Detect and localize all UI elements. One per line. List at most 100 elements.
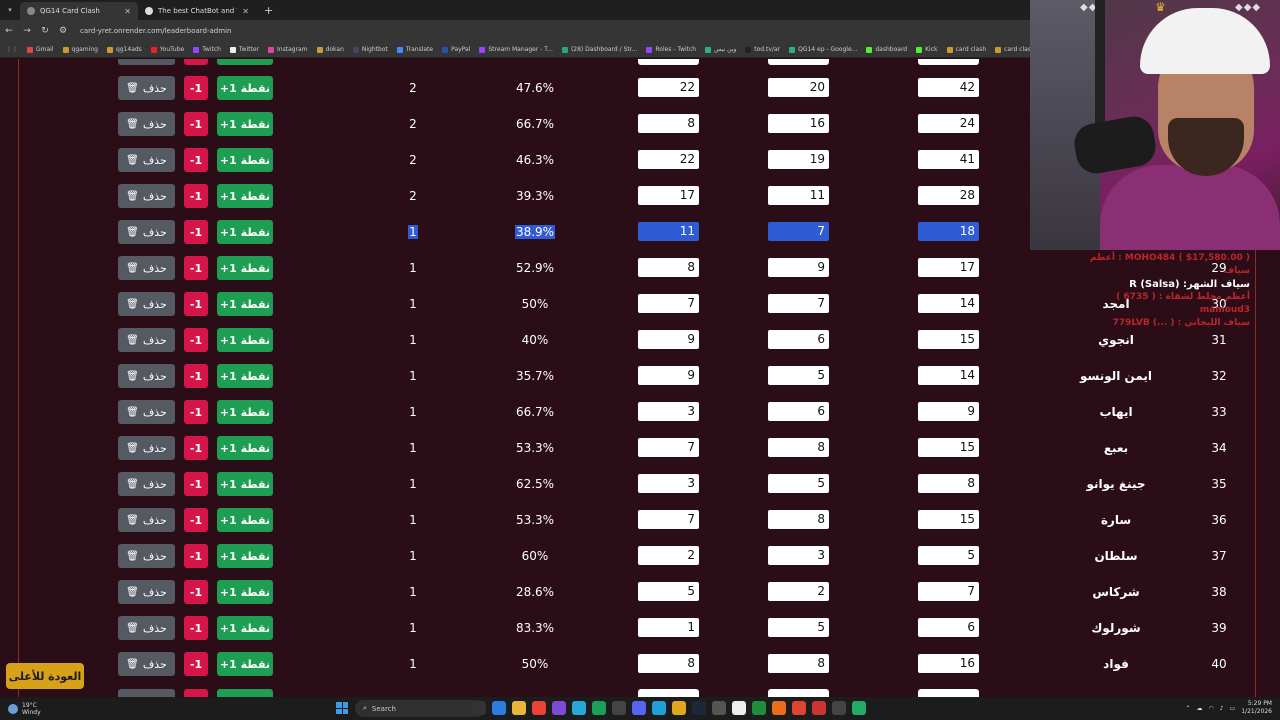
tab-active[interactable]: QG14 Card Clash ✕: [20, 2, 138, 20]
row-input-b[interactable]: 19: [768, 150, 829, 169]
delete-button[interactable]: 🗑 حذف: [118, 364, 175, 388]
back-arrow-icon[interactable]: ←: [0, 26, 18, 36]
row-input-a[interactable]: 1: [638, 618, 699, 637]
minus-point-button[interactable]: -1: [184, 364, 208, 388]
plus-point-button[interactable]: +1 نقطة: [217, 328, 273, 352]
file-explorer-icon[interactable]: [512, 701, 526, 715]
row-input-total[interactable]: 6: [918, 618, 979, 637]
edge-icon[interactable]: [572, 701, 586, 715]
row-input-a[interactable]: 8: [638, 114, 699, 133]
bookmark-translate[interactable]: Translate: [396, 46, 433, 53]
plus-point-button[interactable]: +1 نقطة: [217, 544, 273, 568]
row-input-a[interactable]: 3: [638, 402, 699, 421]
app-icon[interactable]: [672, 701, 686, 715]
weather-widget[interactable]: 19°C Windy: [8, 702, 108, 716]
row-input-a[interactable]: 9: [638, 330, 699, 349]
row-input-a[interactable]: 11: [638, 222, 699, 241]
apps-grid-icon[interactable]: ⋮⋮: [6, 46, 18, 53]
minus-point-button[interactable]: -1: [184, 616, 208, 640]
row-input-b[interactable]: 5: [768, 618, 829, 637]
delete-button[interactable]: 🗑 حذف: [118, 112, 175, 136]
bookmark-card-clash[interactable]: card clash: [946, 46, 986, 53]
delete-button[interactable]: 🗑 حذف: [118, 472, 175, 496]
back-to-top-button[interactable]: العودة للأعلى: [6, 663, 84, 689]
app-icon[interactable]: [712, 701, 726, 715]
row-input-a[interactable]: 5: [638, 582, 699, 601]
delete-button[interactable]: 🗑 حذف: [118, 292, 175, 316]
row-input-a[interactable]: 9: [638, 366, 699, 385]
row-input-total[interactable]: 18: [918, 222, 979, 241]
chevron-up-icon[interactable]: ⌃: [1185, 705, 1190, 712]
site-info-icon[interactable]: ⚙: [54, 26, 72, 36]
plus-point-button[interactable]: +1 نقطة: [217, 364, 273, 388]
row-input-total[interactable]: 14: [918, 366, 979, 385]
delete-button[interactable]: 🗑 حذف: [118, 76, 175, 100]
delete-button[interactable]: 🗑 حذف: [118, 256, 175, 280]
taskbar-search[interactable]: ⌕ Search: [355, 700, 485, 717]
delete-button[interactable]: 🗑 حذف: [118, 328, 175, 352]
row-input-b[interactable]: 5: [768, 366, 829, 385]
app-icon[interactable]: [612, 701, 626, 715]
row-input-b[interactable]: 7: [768, 294, 829, 313]
minus-point-button[interactable]: -1: [184, 76, 208, 100]
row-input-a[interactable]: 8: [638, 654, 699, 673]
volume-icon[interactable]: ♪: [1220, 705, 1224, 712]
clock[interactable]: 5:29 PM 1/21/2026: [1241, 700, 1272, 716]
bookmark-dokan[interactable]: dokan: [316, 46, 344, 53]
minus-point-button[interactable]: -1: [184, 652, 208, 676]
row-input-a[interactable]: 8: [638, 258, 699, 277]
row-input-total[interactable]: 24: [918, 114, 979, 133]
row-input-b[interactable]: 20: [768, 78, 829, 97]
battery-icon[interactable]: ▭: [1230, 705, 1236, 712]
row-input-total[interactable]: 15: [918, 330, 979, 349]
excel-icon[interactable]: [752, 701, 766, 715]
plus-point-button[interactable]: +1 نقطة: [217, 292, 273, 316]
plus-point-button[interactable]: +1 نقطة: [217, 616, 273, 640]
row-input-b[interactable]: 2: [768, 582, 829, 601]
row-input-total[interactable]: 42: [918, 78, 979, 97]
row-input-b[interactable]: 16: [768, 114, 829, 133]
chrome-icon[interactable]: [532, 701, 546, 715]
row-input-total[interactable]: 17: [918, 258, 979, 277]
delete-button[interactable]: 🗑 حذف: [118, 616, 175, 640]
app-icon[interactable]: [792, 701, 806, 715]
minus-point-button[interactable]: -1: [184, 436, 208, 460]
bookmark-instagram[interactable]: Instagram: [268, 46, 308, 53]
bookmark-gmail[interactable]: Gmail: [27, 46, 54, 53]
plus-point-button[interactable]: +1 نقطة: [217, 220, 273, 244]
plus-point-button[interactable]: +1 نقطة: [217, 508, 273, 532]
bookmark-nightbot[interactable]: Nightbot: [352, 46, 388, 53]
minus-point-button[interactable]: -1: [184, 112, 208, 136]
steam-icon[interactable]: [692, 701, 706, 715]
minus-point-button[interactable]: -1: [184, 328, 208, 352]
minus-point-button[interactable]: -1: [184, 292, 208, 316]
app-icon[interactable]: [812, 701, 826, 715]
bookmark-stream-manager[interactable]: Stream Manager - T...: [479, 46, 553, 53]
row-input-a[interactable]: 7: [638, 294, 699, 313]
windows-start-icon[interactable]: [336, 702, 348, 714]
delete-button[interactable]: 🗑 حذف: [118, 220, 175, 244]
row-input-b[interactable]: 8: [768, 654, 829, 673]
plus-point-button[interactable]: +1 نقطة: [217, 652, 273, 676]
row-input-b[interactable]: 3: [768, 546, 829, 565]
delete-button[interactable]: 🗑 حذف: [118, 508, 175, 532]
row-input-b[interactable]: 7: [768, 222, 829, 241]
app-icon[interactable]: [592, 701, 606, 715]
delete-button[interactable]: 🗑 حذف: [118, 436, 175, 460]
minus-point-button[interactable]: -1: [184, 580, 208, 604]
row-input-a[interactable]: 7: [638, 438, 699, 457]
row-input-a[interactable]: 2: [638, 546, 699, 565]
plus-point-button[interactable]: +1 نقطة: [217, 76, 273, 100]
app-icon[interactable]: [732, 701, 746, 715]
row-input-a[interactable]: 7: [638, 510, 699, 529]
row-input-b[interactable]: 8: [768, 510, 829, 529]
delete-button[interactable]: 🗑 حذف: [118, 148, 175, 172]
plus-point-button[interactable]: +1 نقطة: [217, 580, 273, 604]
delete-button[interactable]: 🗑 حذف: [118, 400, 175, 424]
app-icon[interactable]: [852, 701, 866, 715]
tab-search-icon[interactable]: ▾: [0, 6, 20, 14]
app-icon[interactable]: [772, 701, 786, 715]
row-input-total[interactable]: 15: [918, 438, 979, 457]
bookmark-google-doc[interactable]: QG14 ep - Google...: [789, 46, 857, 53]
minus-point-button[interactable]: -1: [184, 472, 208, 496]
